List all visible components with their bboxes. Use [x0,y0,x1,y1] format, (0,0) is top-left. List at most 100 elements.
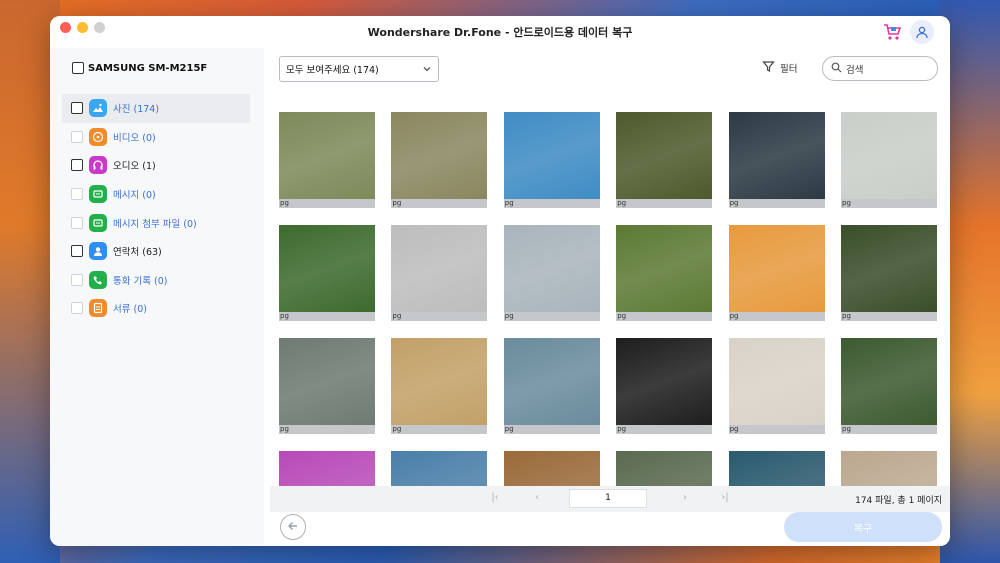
photo-thumbnail[interactable] [391,451,488,486]
photo-image [503,225,600,313]
phone-icon [89,270,107,289]
category-item-messages[interactable]: 메시지 (0) [62,180,250,209]
device-name: SAMSUNG SM-M215F [88,62,208,74]
photo-caption: pg [841,312,937,321]
photo-caption: pg [391,199,488,208]
sidebar: SAMSUNG SM-M215F 사진 (174) 비디오 (0) 오디오 (1… [50,48,264,546]
photo-caption: pg [391,312,488,321]
photo-image [728,225,825,313]
photo-thumbnail[interactable]: pg [503,338,600,434]
category-item-photos[interactable]: 사진 (174) [62,94,250,123]
photo-thumbnail[interactable] [503,451,600,486]
photo-caption: pg [728,312,825,321]
page-number-input[interactable]: 1 [569,489,647,508]
toolbar: 모두 보여주세요 (174) 필터 검색 [264,48,950,106]
category-item-audio[interactable]: 오디오 (1) [62,151,250,180]
recover-button[interactable]: 복구 [784,512,942,542]
photo-caption: pg [841,425,937,434]
category-item-contacts[interactable]: 연락처 (63) [62,237,250,266]
category-item-attachments[interactable]: 메시지 첨부 파일 (0) [62,208,250,237]
photo-thumbnail[interactable]: pg [279,225,375,321]
photo-caption: pg [728,425,825,434]
user-account-icon[interactable] [910,20,934,44]
photo-image [841,225,937,313]
photo-image [728,451,825,486]
photo-thumbnail[interactable]: pg [391,225,488,321]
search-input[interactable]: 검색 [822,56,938,81]
scrollbar[interactable] [940,106,950,486]
bottom-bar: 복구 [264,512,950,546]
photo-icon [89,99,107,118]
photo-thumbnail[interactable]: pg [841,112,937,208]
minimize-window-button[interactable] [77,22,88,33]
photo-image [279,112,375,200]
device-checkbox[interactable] [72,62,84,74]
photo-thumbnail[interactable]: pg [616,338,713,434]
photo-thumbnail[interactable]: pg [841,225,937,321]
photo-image [503,112,600,200]
photo-thumbnail[interactable]: pg [728,338,825,434]
back-button[interactable] [280,514,306,540]
photo-thumbnail[interactable]: pg [503,112,600,208]
close-window-button[interactable] [60,22,71,33]
photo-thumbnail[interactable]: pg [728,225,825,321]
filter-button[interactable]: 필터 [762,60,797,76]
photo-thumbnail[interactable] [279,451,375,486]
category-checkbox[interactable] [71,102,83,115]
first-page-icon[interactable]: |‹ [488,492,502,506]
photo-caption: pg [279,425,375,434]
maximize-window-button[interactable] [94,22,105,33]
photo-image [616,338,713,426]
pagination-bar: |‹ ‹ 1 › ›| 174 파일, 총 1 페이지 [270,486,950,512]
photo-thumbnail[interactable]: pg [391,338,488,434]
photo-caption: pg [616,312,713,321]
photo-caption: pg [391,425,488,434]
photo-image [841,112,937,200]
window-controls [60,22,105,33]
app-window: Wondershare Dr.Fone - 안드로이드용 데이터 복구 SAMS… [50,16,950,546]
search-icon [831,62,842,76]
thumbnail-grid: pg pg pg pg pg pg pg pg pg pg pg pg pg pg pg pg pg pg [264,106,950,486]
prev-page-icon[interactable]: ‹ [530,492,544,506]
photo-thumbnail[interactable] [616,451,713,486]
category-checkbox[interactable] [71,216,83,229]
category-label: 사진 (174) [113,104,160,116]
photo-thumbnail[interactable]: pg [279,112,375,208]
photo-thumbnail[interactable]: pg [503,225,600,321]
message-icon [89,185,107,204]
last-page-icon[interactable]: ›| [718,492,732,506]
category-checkbox[interactable] [71,159,83,172]
device-row[interactable]: SAMSUNG SM-M215F [72,62,207,74]
cart-icon[interactable] [882,22,902,42]
photo-caption: pg [503,425,600,434]
photo-thumbnail[interactable]: pg [728,112,825,208]
photo-thumbnail[interactable]: pg [841,338,937,434]
photo-image [503,451,600,486]
photo-thumbnail[interactable]: pg [616,225,713,321]
category-checkbox[interactable] [71,302,83,315]
category-checkbox[interactable] [71,130,83,143]
title-bar: Wondershare Dr.Fone - 안드로이드용 데이터 복구 [50,16,950,48]
photo-thumbnail[interactable] [728,451,825,486]
search-placeholder: 검색 [846,64,864,76]
photo-image [728,112,825,200]
category-item-videos[interactable]: 비디오 (0) [62,123,250,152]
category-list: 사진 (174) 비디오 (0) 오디오 (1) 메시지 (0) 메시지 첨부 … [62,94,250,323]
category-item-documents[interactable]: 서류 (0) [62,294,250,323]
category-label: 메시지 첨부 파일 (0) [113,218,197,230]
photo-thumbnail[interactable]: pg [391,112,488,208]
category-label: 오디오 (1) [113,161,156,173]
category-item-call-logs[interactable]: 통화 기록 (0) [62,266,250,295]
chevron-down-icon [421,63,433,75]
photo-thumbnail[interactable] [841,451,937,486]
page-summary: 174 파일, 총 1 페이지 [855,496,942,506]
photo-thumbnail[interactable]: pg [279,338,375,434]
photo-caption: pg [279,199,375,208]
category-checkbox[interactable] [71,273,83,286]
category-checkbox[interactable] [71,188,83,201]
next-page-icon[interactable]: › [678,492,692,506]
photo-thumbnail[interactable]: pg [616,112,713,208]
window-title: Wondershare Dr.Fone - 안드로이드용 데이터 복구 [367,26,633,39]
file-filter-select[interactable]: 모두 보여주세요 (174) [279,56,439,82]
category-checkbox[interactable] [71,245,83,258]
